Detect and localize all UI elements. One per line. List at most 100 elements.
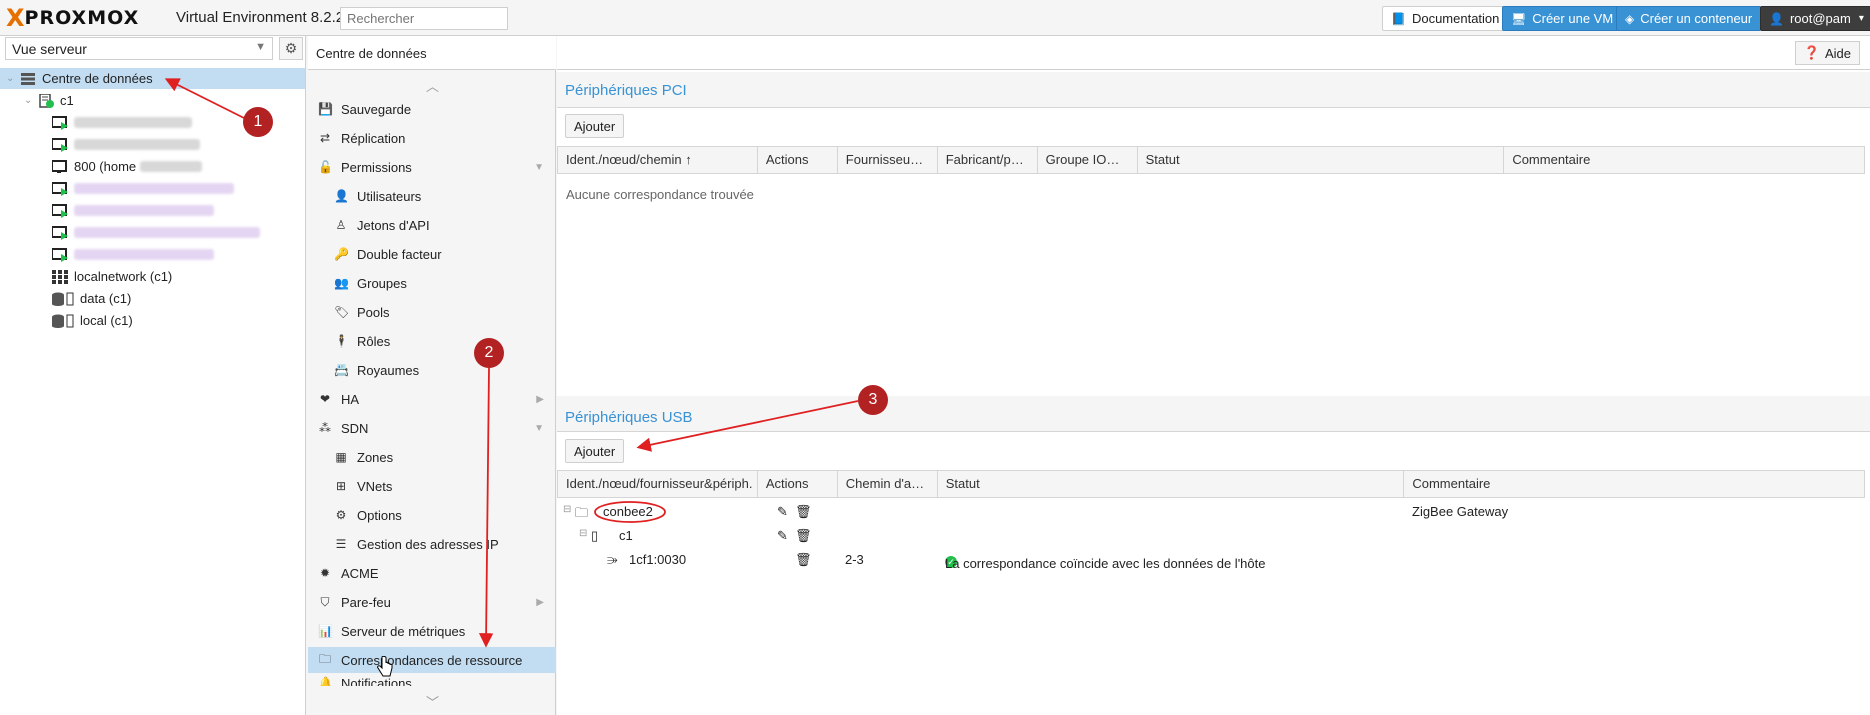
menu-item-notifications[interactable]: 🔔 Notifications — [308, 676, 556, 686]
edit-icon[interactable]: ✎ — [777, 528, 788, 544]
menu-item-firewall[interactable]: ⛉ Pare-feu ▶ — [308, 589, 556, 615]
usb-id: 1cf1:0030 — [629, 552, 687, 567]
vm-running-icon — [51, 115, 68, 130]
menu-item-vnets[interactable]: ⊞ VNets — [308, 473, 556, 499]
hand-cursor-icon — [377, 656, 393, 677]
table-row[interactable]: ⭄ 1cf1:0030 🗑 2-3 ✓ La correspondance coï… — [557, 548, 1865, 572]
column-header[interactable]: Groupe IO… — [1038, 147, 1138, 173]
usb-panel-title: Périphériques USB — [565, 409, 693, 426]
trash-icon[interactable]: 🗑 — [795, 528, 812, 544]
edit-icon[interactable]: ✎ — [777, 504, 788, 520]
menu-item-acme[interactable]: ✹ ACME — [308, 560, 556, 586]
menu-item-pools[interactable]: 🏷 Pools — [308, 299, 556, 325]
book-icon: 📘 — [1391, 11, 1406, 26]
column-header[interactable]: Fabricant/p… — [938, 147, 1038, 173]
column-header[interactable]: Actions — [758, 147, 838, 173]
menu-item-ha[interactable]: ❤ HA ▶ — [308, 386, 556, 412]
scroll-up-icon[interactable]: ︿ — [426, 76, 439, 95]
view-selector[interactable]: Vue serveur ▼ — [5, 37, 273, 60]
menu-item-options[interactable]: ⚙ Options — [308, 502, 556, 528]
chevron-down-icon: ▾ — [1858, 13, 1864, 24]
scroll-down-icon[interactable]: ﹀ — [426, 692, 439, 711]
tree-item-sdn[interactable]: localnetwork (c1) — [0, 266, 305, 287]
trash-icon[interactable]: 🗑 — [795, 504, 812, 520]
datacenter-menu: Centre de données ︿ 💾 Sauvegarde ⇄ Réplica… — [308, 36, 556, 715]
pci-panel-title: Périphériques PCI — [565, 82, 687, 99]
collapse-icon[interactable]: ⌄ — [24, 95, 36, 106]
menu-item-metrics[interactable]: 📊 Serveur de métriques — [308, 618, 556, 644]
column-header[interactable]: Ident./nœud/fournisseur&périph. — [558, 471, 758, 497]
key-icon: 🔑 — [334, 247, 349, 261]
menu-item-utilisateurs[interactable]: 👤 Utilisateurs — [308, 183, 556, 209]
column-header[interactable]: Chemin d'a… — [838, 471, 938, 497]
bell-icon: 🔔 — [318, 676, 333, 686]
menu-item-royaumes[interactable]: 📇 Royaumes — [308, 357, 556, 383]
redacted-text — [140, 161, 203, 172]
sdn-icon: ⁂ — [319, 421, 331, 435]
redacted-text — [74, 117, 192, 128]
column-header[interactable]: Fournisseu… — [838, 147, 938, 173]
tree-item-vm[interactable] — [0, 222, 305, 243]
collapse-icon[interactable]: ⌄ — [6, 73, 18, 84]
column-header[interactable]: Commentaire — [1504, 147, 1864, 173]
menu-item-api-tokens[interactable]: ♙ Jetons d'API — [308, 212, 556, 238]
menu-item-roles[interactable]: 🕴 Rôles — [308, 328, 556, 354]
tree-item-vm[interactable] — [0, 134, 305, 155]
column-header[interactable]: Ident./nœud/chemin ↑ — [558, 147, 758, 173]
node-name: c1 — [619, 528, 633, 543]
menu-item-groupes[interactable]: 👥 Groupes — [308, 270, 556, 296]
usb-path: 2-3 — [845, 552, 864, 567]
menu-item-resource-mappings[interactable]: 🗀 Correspondances de ressource — [308, 647, 556, 673]
user-menu-button[interactable]: 👤 root@pam ▾ — [1760, 6, 1870, 31]
menu-item-permissions[interactable]: 🔓 Permissions ▼ — [308, 154, 556, 180]
menu-item-zones[interactable]: ▦ Zones — [308, 444, 556, 470]
redacted-text — [74, 249, 214, 260]
vm-running-icon — [51, 225, 68, 240]
table-row[interactable]: ⊟ ▯ c1 ✎ 🗑 — [557, 524, 1865, 548]
collapse-icon[interactable]: ⊟ — [579, 528, 587, 539]
add-pci-button[interactable]: Ajouter — [565, 114, 625, 138]
floppy-icon: 💾 — [318, 102, 333, 116]
annotation-badge: 3 — [858, 385, 888, 415]
tree-item-storage[interactable]: data (c1) — [0, 288, 305, 309]
documentation-button[interactable]: 📘 Documentation — [1382, 6, 1509, 31]
mapping-name: conbee2 — [603, 504, 653, 519]
menu-item-tfa[interactable]: 🔑 Double facteur — [308, 241, 556, 267]
create-vm-button[interactable]: 🖥 Créer une VM — [1502, 6, 1623, 31]
tree-item-datacenter[interactable]: ⌄ Centre de données — [0, 68, 305, 89]
content-header: ❓ Aide — [557, 36, 1870, 70]
cube-icon: ◈ — [1625, 11, 1635, 26]
tree-item-vm[interactable]: 800 (home — [0, 156, 305, 177]
menu-item-sauvegarde[interactable]: 💾 Sauvegarde — [308, 96, 556, 122]
column-header[interactable]: Statut — [938, 471, 1405, 497]
add-usb-button[interactable]: Ajouter — [565, 439, 625, 463]
create-ct-button[interactable]: ◈ Créer un conteneur — [1616, 6, 1762, 31]
collapse-icon[interactable]: ⊟ — [563, 504, 571, 515]
top-toolbar: XPROXMOX Virtual Environment 8.2.2 📘Docu… — [0, 0, 1870, 36]
version-label: Virtual Environment 8.2.2 — [176, 9, 345, 26]
search-input[interactable] — [340, 7, 508, 30]
question-icon: ❓ — [1803, 45, 1820, 60]
column-header[interactable]: Actions — [758, 471, 838, 497]
gear-icon[interactable]: ⚙ — [279, 37, 303, 60]
help-button[interactable]: ❓ Aide — [1794, 41, 1860, 65]
redacted-text — [74, 205, 214, 216]
usb-grid-header: Ident./nœud/fournisseur&périph. Actions … — [557, 470, 1865, 498]
tree-item-vm[interactable] — [0, 200, 305, 221]
storage-icon — [52, 314, 74, 328]
tree-item-vm[interactable] — [0, 178, 305, 199]
annotation-badge: 2 — [474, 338, 504, 368]
tree-item-storage[interactable]: local (c1) — [0, 310, 305, 331]
menu-item-ipam[interactable]: ☰ Gestion des adresses IP — [308, 531, 556, 557]
menu-item-sdn[interactable]: ⁂ SDN ▼ — [308, 415, 556, 441]
retweet-icon: ⇄ — [319, 131, 331, 145]
storage-icon — [52, 292, 74, 306]
table-row[interactable]: ⊟ 🗀 conbee2 ✎ 🗑 ZigBee Gateway — [557, 500, 1865, 524]
vm-running-icon — [51, 137, 68, 152]
column-header[interactable]: Statut — [1138, 147, 1505, 173]
trash-icon[interactable]: 🗑 — [795, 552, 812, 568]
column-header[interactable]: Commentaire — [1404, 471, 1864, 497]
empty-message: Aucune correspondance trouvée — [566, 187, 754, 202]
tree-item-vm[interactable] — [0, 244, 305, 265]
menu-item-replication[interactable]: ⇄ Réplication — [308, 125, 556, 151]
